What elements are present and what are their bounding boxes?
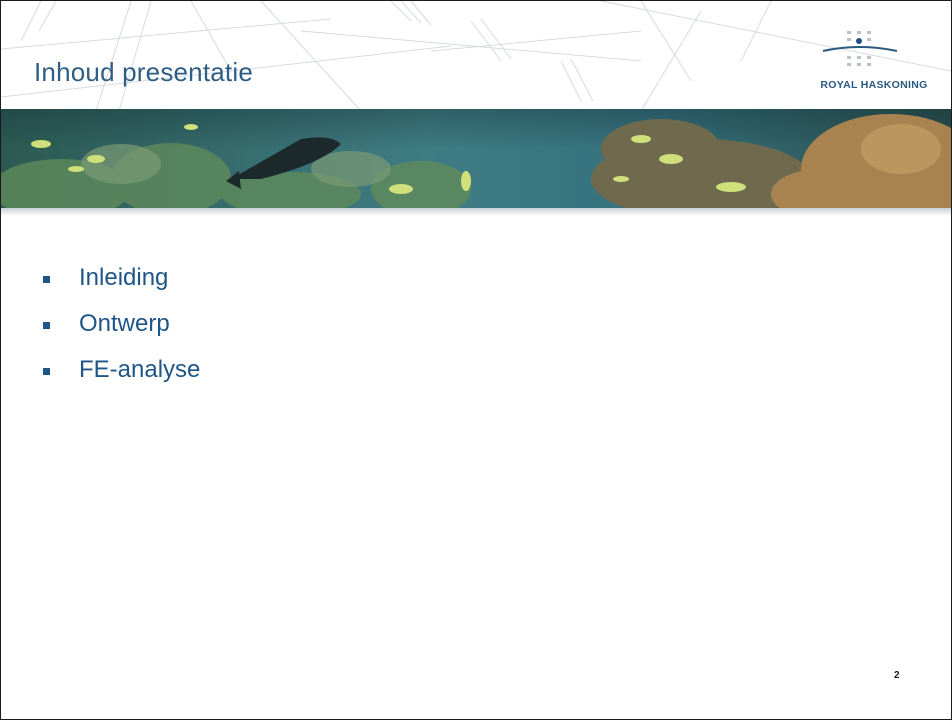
slide-title: Inhoud presentatie: [34, 57, 253, 87]
bullet-text: FE-analyse: [79, 356, 201, 383]
list-item: FE-analyse: [43, 347, 200, 393]
square-bullet-icon: [43, 275, 50, 283]
underwater-banner-image: [1, 109, 951, 209]
logo-text: ROYAL HASKONING: [820, 79, 928, 91]
banner-shadow: [1, 208, 951, 216]
square-bullet-icon: [43, 367, 50, 375]
bullet-list: Inleiding Ontwerp FE-analyse: [43, 255, 200, 393]
bullet-text: Inleiding: [79, 264, 169, 291]
square-bullet-icon: [43, 321, 50, 329]
slide: Inhoud presentatie ROYAL HASKONING Inlei…: [0, 0, 952, 720]
logo-mark-icon: [822, 31, 898, 66]
bullet-text: Ontwerp: [79, 310, 170, 337]
royal-haskoning-logo: ROYAL HASKONING: [809, 23, 939, 103]
list-item: Ontwerp: [43, 301, 200, 347]
page-number: 2: [894, 670, 900, 681]
list-item: Inleiding: [43, 255, 200, 301]
